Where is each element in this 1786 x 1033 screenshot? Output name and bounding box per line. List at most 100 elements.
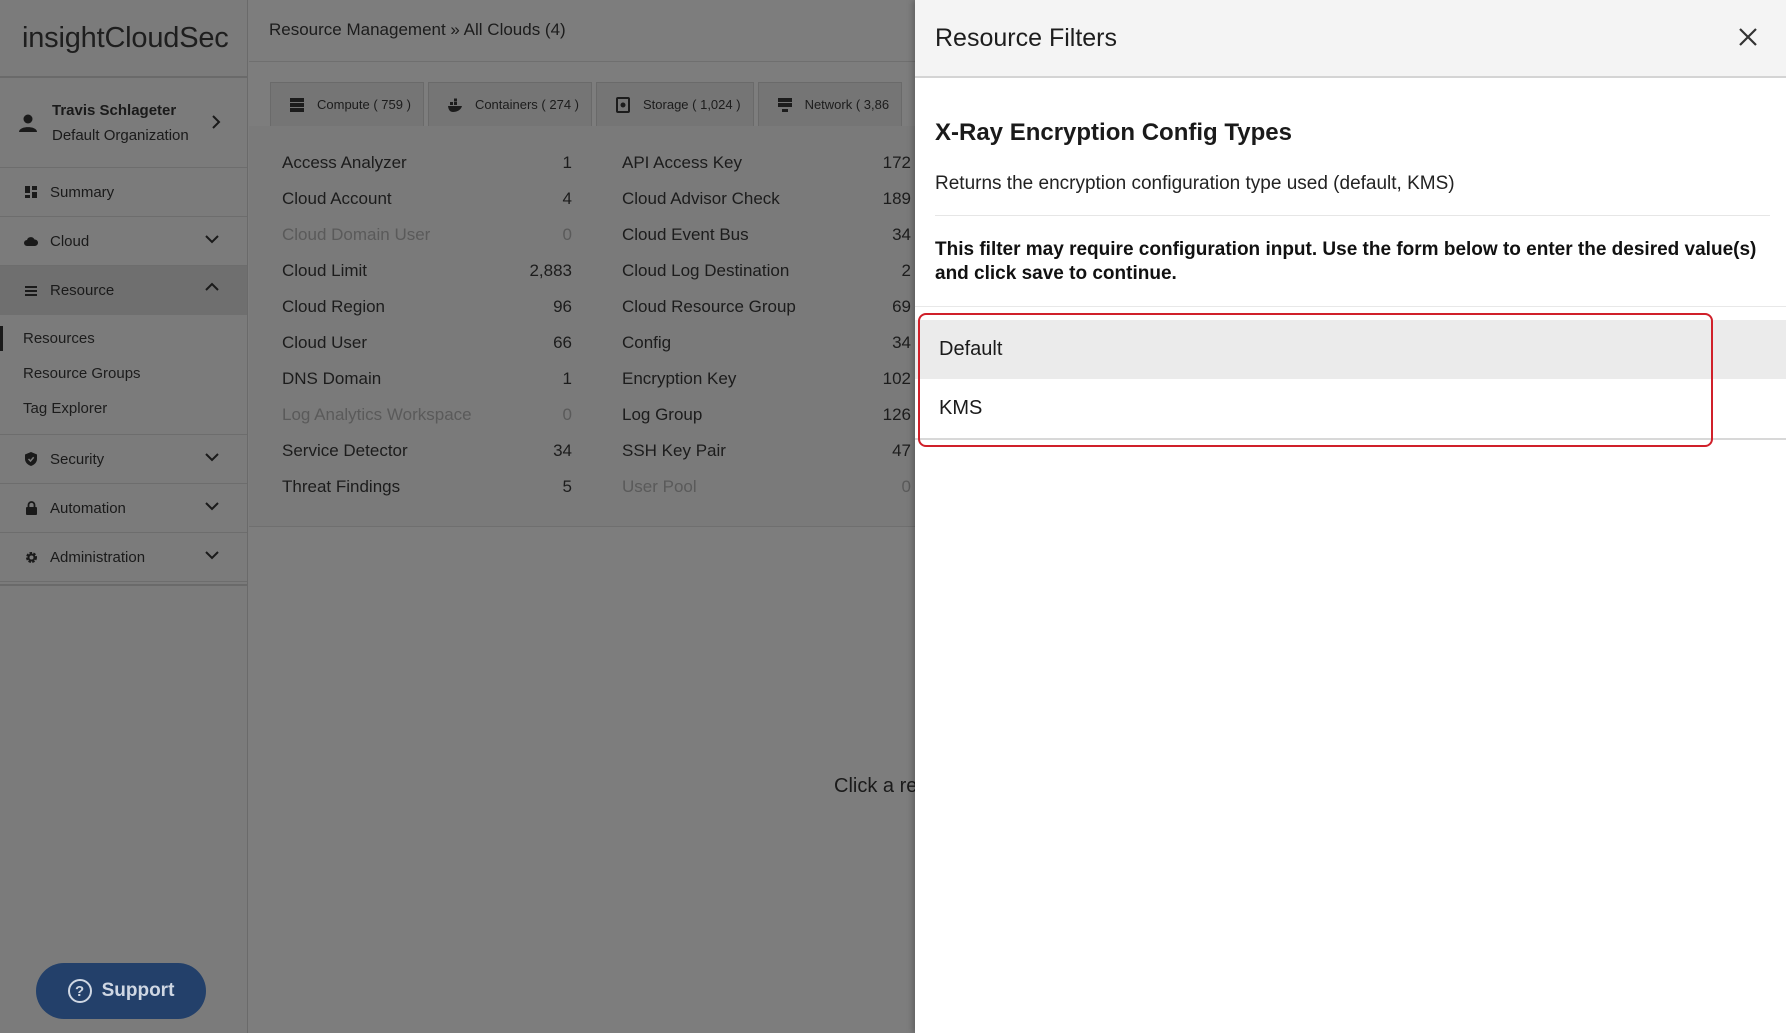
resource-name: Cloud Domain User [282, 225, 431, 244]
resource-row[interactable]: Cloud Log Destination 2 [622, 253, 911, 289]
chevron-down-icon [205, 551, 219, 560]
user-org: Default Organization [52, 126, 189, 144]
network-icon [777, 97, 792, 112]
dashboard-icon [24, 185, 38, 199]
resource-row[interactable]: Cloud Advisor Check 189 [622, 181, 911, 217]
resource-row[interactable]: Cloud Region 96 [282, 289, 572, 325]
resource-row[interactable]: Cloud User 66 [282, 325, 572, 361]
resource-count: 69 [892, 297, 911, 316]
breadcrumb[interactable]: Resource Management » All Clouds (4) [269, 20, 566, 40]
storage-icon [616, 96, 630, 113]
resource-column-right: API Access Key 172 Cloud Advisor Check 189… [622, 145, 911, 505]
resource-column-left: Access Analyzer 1 Cloud Account 4 Cloud Do… [282, 145, 572, 505]
tab-containers[interactable]: Containers ( 274 ) [427, 82, 592, 126]
resource-count: 96 [553, 297, 572, 316]
resource-count: 1 [562, 153, 572, 172]
sidebar-divider [0, 584, 248, 586]
resource-name: Cloud Event Bus [622, 225, 749, 244]
resource-count: 172 [882, 153, 911, 172]
resource-name: Cloud Region [282, 297, 386, 316]
nav-security[interactable]: Security [0, 435, 247, 484]
user-profile[interactable]: Travis Schlageter Default Organization [0, 78, 247, 168]
docker-icon [447, 98, 462, 112]
resource-name: Config [622, 333, 672, 352]
resource-row[interactable]: User Pool 0 [622, 469, 911, 505]
resource-count: 1 [562, 369, 572, 388]
lock-icon [24, 501, 38, 515]
app-logo[interactable]: insight CloudSec [0, 0, 247, 78]
header-divider [249, 61, 915, 62]
resource-row[interactable]: Cloud Limit 2,883 [282, 253, 572, 289]
resource-row[interactable]: Threat Findings 5 [282, 469, 572, 505]
divider [935, 215, 1770, 216]
nav-resource[interactable]: Resource [0, 266, 247, 315]
sidebar: insight CloudSec Travis Schlageter Defaul… [0, 0, 248, 1033]
resource-row[interactable]: Service Detector 34 [282, 433, 572, 469]
option-default[interactable]: Default [915, 320, 1786, 379]
resource-row[interactable]: Cloud Account 4 [282, 181, 572, 217]
panel-header: Resource Filters [915, 0, 1786, 78]
chevron-up-icon [205, 282, 219, 291]
list-icon [24, 284, 38, 298]
resource-name: Cloud Limit [282, 261, 368, 280]
resource-count: 126 [882, 405, 911, 424]
resource-count: 0 [901, 477, 911, 496]
nav-automation[interactable]: Automation [0, 484, 247, 533]
chevron-down-icon [205, 453, 219, 462]
nav-summary-label: Summary [50, 183, 115, 201]
resource-row[interactable]: Config 34 [622, 325, 911, 361]
chevron-down-icon [205, 235, 219, 244]
resource-count: 66 [553, 333, 572, 352]
resource-row[interactable]: Encryption Key 102 [622, 361, 911, 397]
filter-note: This filter may require configuration in… [935, 239, 1757, 284]
subnav-resource-groups[interactable]: Resource Groups [0, 356, 247, 391]
resource-count: 34 [892, 225, 911, 244]
chevron-right-icon [212, 115, 221, 129]
resource-grid: Access Analyzer 1 Cloud Account 4 Cloud Do… [249, 126, 915, 527]
nav-cloud-label: Cloud [50, 232, 90, 250]
resource-name: Cloud Log Destination [622, 261, 790, 280]
resource-count: 47 [892, 441, 911, 460]
resource-name: Encryption Key [622, 369, 737, 388]
subnav-resources[interactable]: Resources [0, 321, 247, 356]
resource-row[interactable]: SSH Key Pair 47 [622, 433, 911, 469]
cloud-icon [24, 234, 38, 248]
resource-name: Log Group [622, 405, 703, 424]
resource-row[interactable]: API Access Key 172 [622, 145, 911, 181]
resource-count: 34 [553, 441, 572, 460]
close-icon[interactable] [1736, 25, 1760, 49]
resource-name: User Pool [622, 477, 697, 496]
support-label: Support [101, 980, 175, 1001]
resource-row[interactable]: Log Analytics Workspace 0 [282, 397, 572, 433]
resource-row[interactable]: DNS Domain 1 [282, 361, 572, 397]
resource-row[interactable]: Cloud Resource Group 69 [622, 289, 911, 325]
resource-name: Cloud User [282, 333, 368, 352]
tab-containers-label: Containers ( 274 ) [474, 97, 579, 112]
chevron-down-icon [205, 502, 219, 511]
resource-count: 0 [562, 405, 572, 424]
divider [915, 306, 1786, 307]
option-kms[interactable]: KMS [915, 379, 1786, 438]
resource-submenu: Resources Resource Groups Tag Explorer [0, 315, 247, 435]
shield-icon [24, 452, 38, 466]
resource-count: 2 [901, 261, 911, 280]
resource-row[interactable]: Access Analyzer 1 [282, 145, 572, 181]
resource-row[interactable]: Log Group 126 [622, 397, 911, 433]
filter-title: X-Ray Encryption Config Types [935, 119, 1292, 146]
subnav-tag-explorer[interactable]: Tag Explorer [0, 391, 247, 426]
tab-network[interactable]: Network ( 3,86 [757, 82, 903, 126]
resource-name: Threat Findings [282, 477, 401, 496]
support-button[interactable]: ? Support [36, 963, 206, 1019]
nav-cloud[interactable]: Cloud [0, 217, 247, 266]
nav-administration[interactable]: Administration [0, 533, 247, 582]
nav-summary[interactable]: Summary [0, 168, 247, 217]
tab-compute[interactable]: Compute ( 759 ) [270, 82, 424, 126]
resource-row[interactable]: Cloud Domain User 0 [282, 217, 572, 253]
gear-icon [24, 550, 38, 564]
tab-storage[interactable]: Storage ( 1,024 ) [596, 82, 754, 126]
resource-row[interactable]: Cloud Event Bus 34 [622, 217, 911, 253]
logo-prefix: insight [22, 21, 105, 54]
logo-suffix: CloudSec [104, 21, 229, 54]
nav-automation-label: Automation [50, 499, 126, 517]
resource-count: 34 [892, 333, 911, 352]
